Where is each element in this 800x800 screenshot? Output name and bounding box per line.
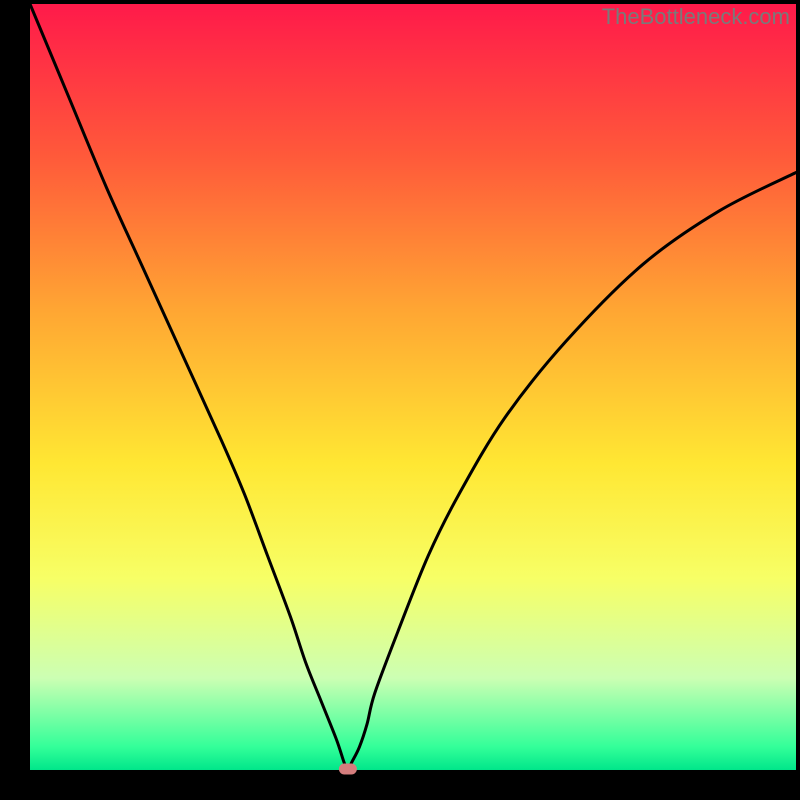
y-axis-bar — [0, 0, 30, 800]
x-axis-bar — [0, 770, 800, 800]
chart-background — [30, 4, 796, 770]
bottleneck-chart — [0, 0, 800, 800]
watermark-text: TheBottleneck.com — [602, 4, 790, 30]
right-frame — [796, 0, 800, 800]
chart-container: TheBottleneck.com — [0, 0, 800, 800]
optimal-point-marker — [339, 764, 357, 775]
